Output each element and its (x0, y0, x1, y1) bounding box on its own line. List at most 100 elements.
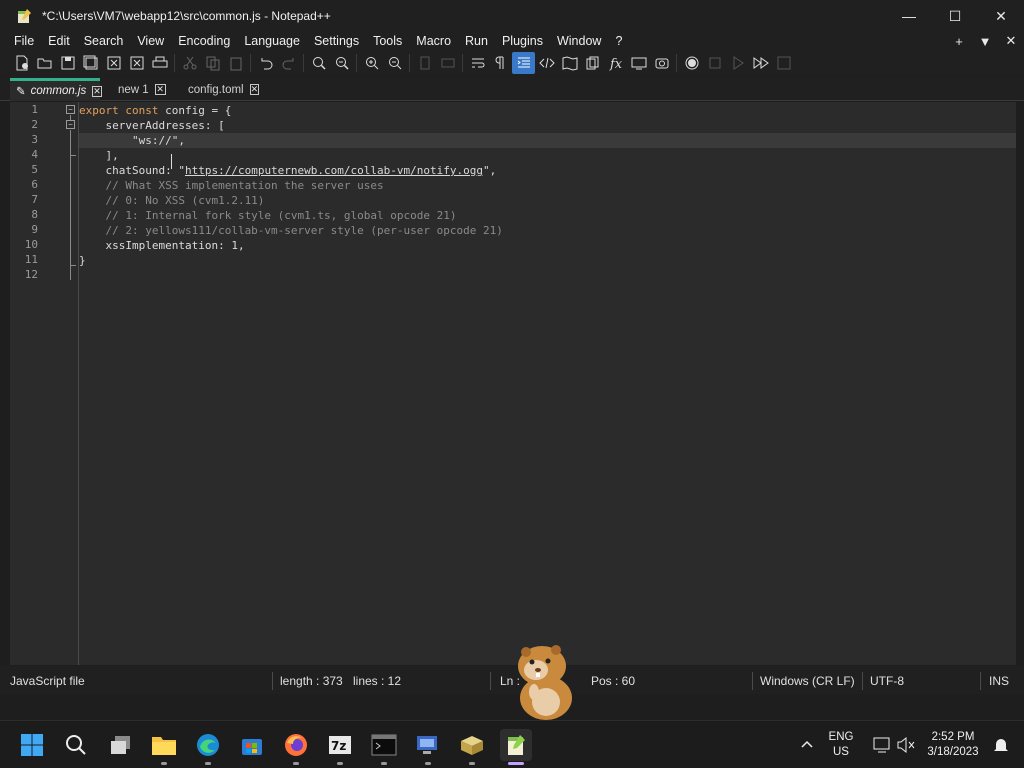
menu-language[interactable]: Language (237, 32, 307, 50)
redo-icon[interactable] (277, 52, 300, 74)
save-icon[interactable] (56, 52, 79, 74)
close-icon[interactable] (102, 52, 125, 74)
menu-edit[interactable]: Edit (41, 32, 77, 50)
package-icon[interactable] (456, 729, 488, 765)
print-icon[interactable] (148, 52, 171, 74)
stop-macro-icon[interactable] (703, 52, 726, 74)
word-wrap-icon[interactable] (466, 52, 489, 74)
status-insert-mode[interactable]: INS (989, 666, 1009, 694)
open-file-icon[interactable] (33, 52, 56, 74)
7zip-icon[interactable]: 7z (324, 729, 356, 765)
tab-close-icon[interactable]: ✕ (92, 85, 102, 97)
tab-new-1[interactable]: new 1 ✕ (112, 78, 172, 101)
text-cursor-ibeam (171, 154, 172, 169)
paste-icon[interactable] (224, 52, 247, 74)
minimize-button[interactable]: — (886, 0, 932, 32)
firefox-icon[interactable] (280, 729, 312, 765)
cut-icon[interactable] (178, 52, 201, 74)
edge-icon[interactable] (192, 729, 224, 765)
undo-icon[interactable] (254, 52, 277, 74)
toolbar-separator (409, 53, 410, 72)
tab-close-icon[interactable]: ✕ (249, 84, 260, 95)
volume-muted-icon[interactable] (890, 729, 922, 761)
tab-close-icon[interactable]: ✕ (154, 84, 166, 95)
task-view-icon[interactable] (105, 729, 137, 761)
windows-start-icon[interactable] (16, 729, 48, 761)
replace-icon[interactable] (330, 52, 353, 74)
run-macro-multiple-icon[interactable] (749, 52, 772, 74)
notification-icon[interactable] (985, 729, 1017, 761)
menu-view[interactable]: View (130, 32, 171, 50)
url-link[interactable]: https://computernewb.com/collab-vm/notif… (185, 164, 483, 177)
terminal-icon[interactable] (368, 729, 400, 765)
menu-plugins[interactable]: Plugins (495, 32, 550, 50)
remote-desktop-icon[interactable] (412, 729, 444, 765)
fold-collapse-icon[interactable]: − (66, 105, 75, 114)
search-icon[interactable] (60, 729, 92, 761)
menu-window[interactable]: Window (550, 32, 608, 50)
toolbar-separator (676, 53, 677, 72)
zoom-out-icon[interactable] (383, 52, 406, 74)
code-comment: // What XSS implementation the server us… (79, 179, 384, 192)
code-line: } (79, 254, 86, 267)
folder-workspace-icon[interactable] (627, 52, 650, 74)
line-number-gutter: 1 2 3 4 5 6 7 8 9 10 11 12 (10, 102, 71, 665)
status-lines: lines : 12 (353, 674, 402, 688)
menu-help[interactable]: ? (608, 32, 629, 50)
title-bar: *C:\Users\VM7\webapp12\src\common.js - N… (0, 0, 1024, 32)
indent-guide-icon[interactable] (512, 51, 535, 74)
menu-file[interactable]: File (0, 32, 41, 50)
tab-list-button[interactable]: ▼ (972, 34, 998, 49)
play-macro-icon[interactable] (726, 52, 749, 74)
tab-common-js[interactable]: ✎ common.js ✕ (10, 78, 102, 101)
svg-text:7z: 7z (331, 739, 346, 753)
menu-run[interactable]: Run (458, 32, 495, 50)
input-language-indicator[interactable]: ENG US (822, 730, 860, 760)
file-explorer-icon[interactable] (148, 729, 180, 765)
new-file-icon[interactable] (10, 52, 33, 74)
sync-vertical-icon[interactable] (413, 52, 436, 74)
toolbar-separator (174, 53, 175, 72)
toolbar-separator (462, 53, 463, 72)
tab-config-toml[interactable]: config.toml ✕ (182, 78, 262, 101)
code-line: chatSound: "https://computernewb.com/col… (79, 164, 497, 177)
maximize-button[interactable]: ☐ (932, 0, 978, 32)
fold-collapse-icon[interactable]: − (66, 120, 75, 129)
monitoring-icon[interactable] (650, 52, 673, 74)
record-macro-icon[interactable] (680, 52, 703, 74)
xml-tag-icon[interactable] (535, 52, 558, 74)
notepadpp-app-icon[interactable] (16, 8, 32, 24)
zoom-in-icon[interactable] (360, 52, 383, 74)
close-document-button[interactable]: ✕ (998, 33, 1024, 49)
show-hidden-icons-chevron[interactable] (791, 729, 823, 761)
status-encoding[interactable]: UTF-8 (870, 666, 904, 694)
toolbar-separator (303, 53, 304, 72)
hamster-image (500, 640, 584, 720)
sync-horizontal-icon[interactable] (436, 52, 459, 74)
clock[interactable]: 2:52 PM 3/18/2023 (920, 730, 986, 760)
new-tab-button[interactable]: + (946, 34, 972, 49)
close-all-icon[interactable] (125, 52, 148, 74)
store-icon[interactable] (236, 729, 268, 761)
show-all-chars-icon[interactable] (489, 52, 512, 74)
menu-settings[interactable]: Settings (307, 32, 366, 50)
document-map-icon[interactable] (558, 52, 581, 74)
find-icon[interactable] (307, 52, 330, 74)
notepadpp-icon[interactable] (500, 729, 532, 765)
editor[interactable]: 1 2 3 4 5 6 7 8 9 10 11 12 − − export co… (0, 102, 1024, 665)
code-area[interactable]: export const config = { serverAddresses:… (79, 102, 1016, 665)
save-macro-icon[interactable] (772, 52, 795, 74)
status-eol[interactable]: Windows (CR LF) (760, 666, 855, 694)
toolbar-separator (250, 53, 251, 72)
menu-encoding[interactable]: Encoding (171, 32, 237, 50)
save-all-icon[interactable] (79, 52, 102, 74)
menu-search[interactable]: Search (77, 32, 131, 50)
close-button[interactable]: ✕ (978, 0, 1024, 32)
menu-tools[interactable]: Tools (366, 32, 409, 50)
copy-icon[interactable] (201, 52, 224, 74)
vertical-scrollbar[interactable] (1016, 102, 1024, 665)
menu-macro[interactable]: Macro (409, 32, 458, 50)
function-list-icon[interactable]: fx (604, 52, 627, 74)
code-comment: // 1: Internal fork style (cvm1.ts, glob… (79, 209, 457, 222)
document-list-icon[interactable] (581, 52, 604, 74)
